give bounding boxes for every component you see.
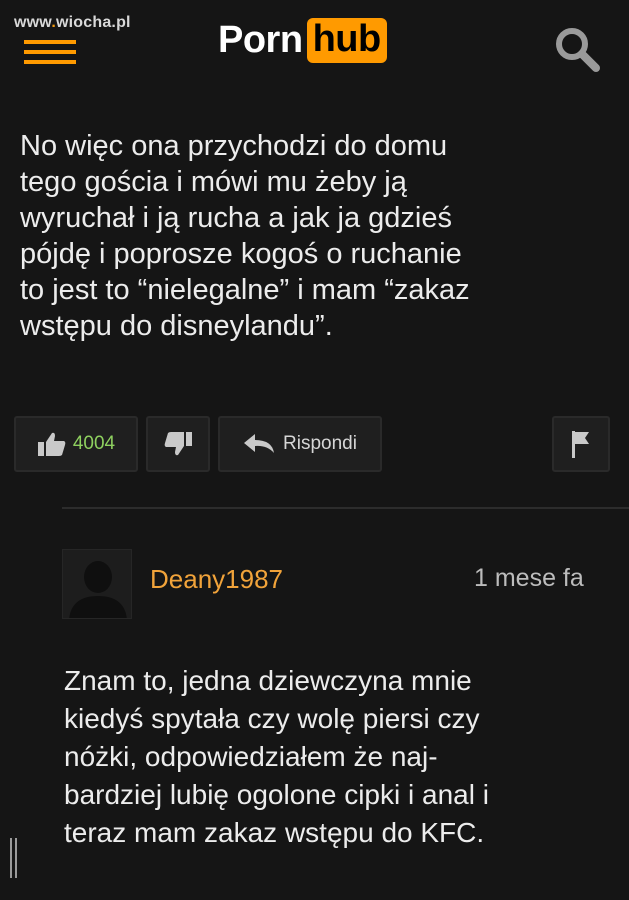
thumbs-up-icon (37, 432, 66, 456)
reply-line: nóżki, odpowiedziałem że naj- (64, 741, 438, 772)
reply-timestamp: 1 mese fa (474, 564, 584, 592)
site-logo[interactable]: Porn hub (218, 18, 387, 63)
like-button[interactable]: 4004 (14, 416, 138, 472)
reply-line: teraz mam zakaz wstępu do KFC. (64, 817, 485, 848)
default-avatar-icon (69, 561, 127, 618)
flag-button[interactable] (552, 416, 610, 472)
reply-arrow-icon (244, 434, 275, 453)
reply-line: Znam to, jedna dziewczyna mnie (64, 665, 472, 696)
dislike-button[interactable] (146, 416, 210, 472)
reply-username[interactable]: Deany1987 (150, 564, 283, 595)
reply-line: kiedyś spytała czy wolę piersi czy (64, 703, 480, 734)
comment-line: wstępu do disneylandu”. (20, 310, 333, 342)
thumbs-down-icon (164, 432, 192, 456)
reply-label: Rispondi (283, 433, 357, 454)
logo-text-left: Porn (218, 19, 303, 61)
comment-line: pójdę i poprosze kogoś o ruchanie (20, 238, 462, 270)
flag-icon (572, 431, 589, 458)
reply-body: Znam to, jedna dziewczyna mnie kiedyś sp… (64, 662, 624, 852)
search-icon[interactable] (552, 24, 602, 74)
comment-action-bar: 4004 Rispondi (0, 416, 629, 476)
comment-line: wyruchał i ją rucha a jak ja gdzieś (20, 202, 452, 234)
logo-text-right: hub (306, 18, 387, 63)
reply-line: bardziej lubię ogolone cipki i anal i (64, 779, 489, 810)
like-count: 4004 (72, 433, 116, 454)
hamburger-menu-icon[interactable] (24, 40, 76, 64)
comment-line: tego gościa i mówi mu żeby ją (20, 166, 407, 198)
scroll-handle[interactable] (10, 838, 20, 878)
comment-body: No więc ona przychodzi do domu tego gośc… (20, 128, 610, 344)
top-bar: Porn hub (0, 0, 629, 90)
comment-line: No więc ona przychodzi do domu (20, 130, 448, 162)
reply-button[interactable]: Rispondi (218, 416, 382, 472)
comment-line: to jest to “nielegalne” i mam “zakaz (20, 274, 470, 306)
avatar[interactable] (62, 549, 132, 619)
reply-divider (62, 507, 629, 509)
